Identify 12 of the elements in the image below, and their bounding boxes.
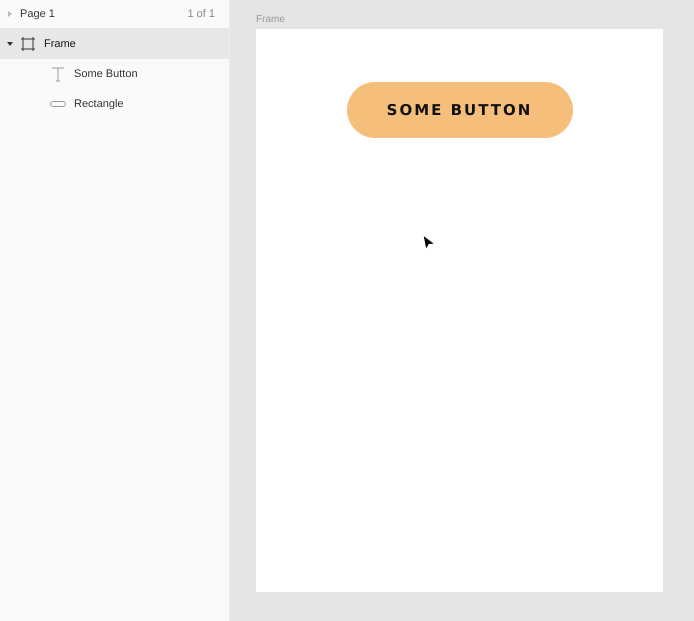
page-count: 1 of 1 [187,8,215,20]
some-button[interactable]: SOME BUTTON [346,82,572,138]
page-name[interactable]: Page 1 [20,8,188,20]
layer-name: Some Button [74,68,138,80]
layer-name: Rectangle [74,98,124,110]
text-icon [50,66,66,82]
layer-name: Frame [44,38,76,50]
caret-icon[interactable] [6,40,14,48]
rectangle-icon [50,101,66,107]
layer-item[interactable]: Frame [0,29,229,59]
frame-icon [20,36,36,52]
frame-label: Frame [256,14,285,25]
